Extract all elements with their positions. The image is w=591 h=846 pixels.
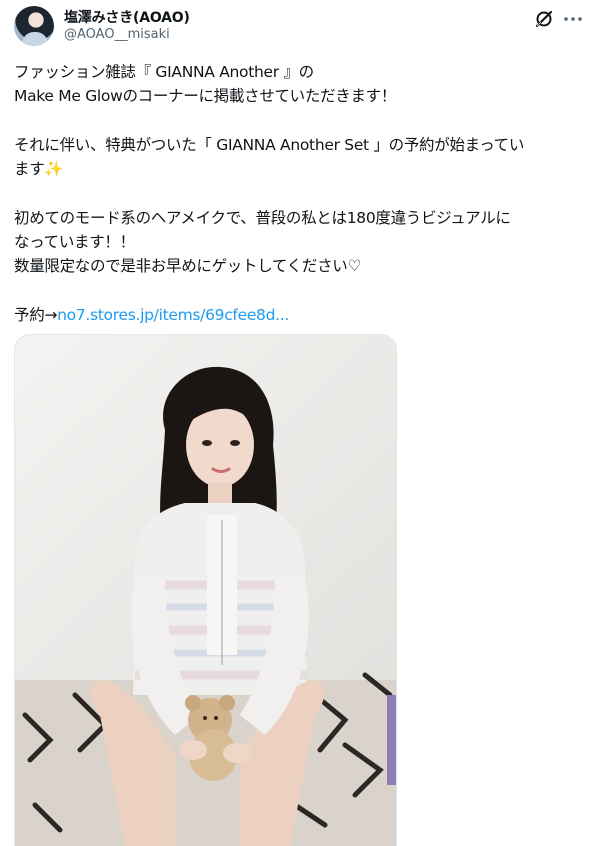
tweet-line: 数量限定なので是非お早めにゲットしてください♡ — [14, 257, 362, 276]
tweet-line: Make Me Glowのコーナーに掲載させていただきます！ — [14, 87, 397, 106]
tweet-line-text: ます — [14, 160, 45, 179]
tweet-header: 塩澤みさき(AOAO) @AOAO__misaki — [14, 6, 582, 46]
tweet-photo[interactable] — [14, 334, 397, 846]
user-handle[interactable]: @AOAO__misaki — [64, 27, 170, 42]
sparkles-icon: ✨ — [44, 160, 64, 179]
avatar[interactable] — [14, 6, 54, 46]
display-name[interactable]: 塩澤みさき(AOAO) — [64, 7, 190, 27]
tweet-line: ます✨ — [14, 157, 584, 181]
tweet-line: ファッション雑誌『 GIANNA Another 』の — [14, 63, 314, 81]
tweet-text: ファッション雑誌『 GIANNA Another 』の Make Me Glow… — [14, 60, 584, 327]
reserve-link[interactable]: no7.stores.jp/items/69cfee8d... — [57, 306, 289, 324]
more-options-icon[interactable] — [562, 8, 584, 30]
tweet-line: 初めてのモード系のヘアメイクで、普段の私とは180度違うビジュアルに — [14, 208, 511, 227]
tweet-line: なっています！！ — [14, 233, 135, 252]
grok-icon[interactable] — [533, 8, 555, 30]
reserve-prefix: 予約→ — [14, 305, 58, 324]
tweet-line: それに伴い、特典がついた「 GIANNA Another Set 」の予約が始ま… — [14, 135, 525, 154]
reserve-line: 予約→no7.stores.jp/items/69cfee8d... — [14, 303, 584, 327]
